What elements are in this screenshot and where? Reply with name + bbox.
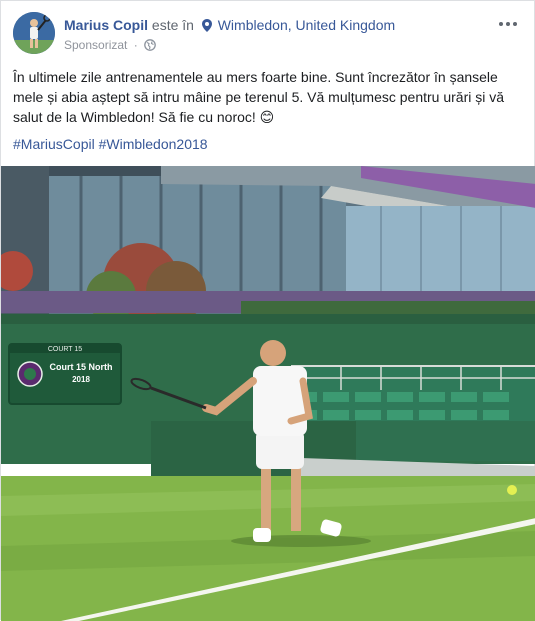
- hashtag-link[interactable]: #Wimbledon2018: [99, 136, 208, 152]
- feed-post: Marius Copil este în Wimbledon, United K…: [0, 0, 535, 621]
- author-avatar[interactable]: [13, 12, 55, 54]
- post-photo[interactable]: COURT 15 Court 15 North 2018: [1, 166, 535, 621]
- more-options-icon[interactable]: [496, 14, 520, 34]
- post-meta: Sponsorizat ·: [64, 37, 156, 55]
- scoreboard-line1: Court 15 North: [50, 362, 113, 372]
- author-line: Marius Copil este în Wimbledon, United K…: [64, 16, 395, 36]
- globe-icon[interactable]: [144, 39, 156, 55]
- author-name[interactable]: Marius Copil: [64, 17, 148, 33]
- hashtag-row: #MariusCopil #Wimbledon2018: [13, 134, 208, 154]
- tennis-ball: [507, 485, 517, 495]
- post-header: Marius Copil este în Wimbledon, United K…: [13, 12, 522, 58]
- map-pin-icon: [201, 18, 212, 36]
- scoreboard-line2: 2018: [72, 375, 90, 384]
- post-text: În ultimele zile antrenamentele au mers …: [13, 69, 505, 125]
- hashtag-link[interactable]: #MariusCopil: [13, 136, 95, 152]
- meta-separator: ·: [133, 38, 138, 52]
- location-link[interactable]: Wimbledon, United Kingdom: [218, 17, 395, 33]
- sponsored-label[interactable]: Sponsorizat: [64, 38, 127, 52]
- author-verb: este în: [151, 17, 194, 33]
- scoreboard-court: COURT 15: [48, 346, 82, 353]
